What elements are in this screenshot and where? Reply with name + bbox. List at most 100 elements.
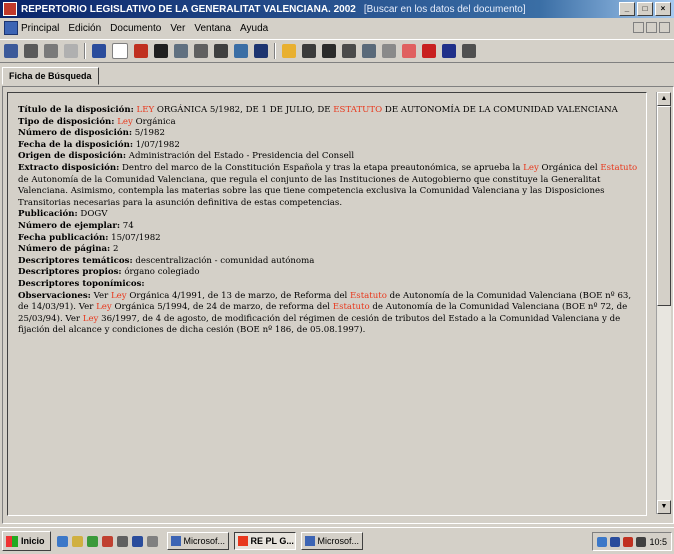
titulo-highlight-estatuto: ESTATUTO	[333, 105, 383, 115]
ie-icon[interactable]	[56, 535, 68, 547]
obs-highlight-1: Ley	[110, 290, 127, 301]
field-fecha: Fecha de la disposición: 1/07/1982	[18, 140, 644, 152]
origen-label: Origen de disposición:	[18, 151, 127, 162]
back-icon[interactable]	[24, 44, 38, 58]
menu-documento[interactable]: Documento	[110, 23, 161, 34]
num-ejemplar-label: Número de ejemplar:	[18, 220, 121, 231]
fecha-publicacion-value: 15/07/1982	[108, 232, 161, 243]
monitor-icon[interactable]	[610, 536, 621, 547]
menu-ayuda[interactable]: Ayuda	[240, 23, 268, 34]
explorer-icon[interactable]	[116, 535, 128, 547]
field-fecha-publicacion: Fecha publicación: 15/07/1982	[18, 233, 644, 245]
taskbar: Inicio Microsof... RE PL G... Microsof..…	[0, 527, 674, 554]
mdi-minimize-button[interactable]	[633, 22, 644, 33]
binoculars-icon[interactable]	[154, 44, 168, 58]
origen-value: Administración del Estado - Presidencia …	[126, 151, 355, 162]
undo-icon[interactable]	[234, 44, 248, 58]
scroll-thumb[interactable]	[657, 106, 671, 306]
app-icon[interactable]	[3, 2, 17, 16]
taskbar-app-icon	[237, 536, 248, 546]
taskbar-button-label: RE PL G...	[250, 536, 294, 546]
antivirus-icon[interactable]	[623, 536, 634, 547]
options-icon[interactable]	[342, 44, 356, 58]
obs-highlight-5: Ley	[82, 313, 99, 324]
extracto-text-3: de Autonomía de la Comunidad Valenciana,…	[18, 174, 605, 208]
descriptores-tematicos-label: Descriptores temáticos:	[18, 255, 133, 266]
exit-icon[interactable]	[462, 44, 476, 58]
book-icon[interactable]	[442, 44, 456, 58]
index-icon[interactable]	[174, 44, 188, 58]
field-publicacion: Publicación: DOGV	[18, 209, 644, 221]
highlight-icon[interactable]	[382, 44, 396, 58]
globe-icon[interactable]	[92, 44, 106, 58]
field-descriptores-propios: Descriptores propios: órgano colegiado	[18, 267, 644, 279]
page-icon[interactable]	[112, 43, 128, 59]
taskbar-button-repertorio[interactable]: RE PL G...	[233, 532, 296, 550]
numero-label: Número de disposición:	[18, 128, 132, 139]
clock[interactable]: 10:5	[649, 537, 667, 547]
mdi-restore-button[interactable]	[646, 22, 657, 33]
system-tray: 10:5	[592, 532, 672, 551]
menu-ventana[interactable]: Ventana	[194, 23, 231, 34]
menu-principal[interactable]: Principal	[21, 23, 59, 34]
save-icon[interactable]	[194, 44, 208, 58]
start-button[interactable]: Inicio	[2, 531, 51, 551]
num-ejemplar-value: 74	[120, 220, 134, 231]
desktop-icon[interactable]	[86, 535, 98, 547]
titulo-end: DE AUTONOMÍA DE LA COMUNIDAD VALENCIANA	[382, 105, 618, 115]
taskbar-button-microsoft-2[interactable]: Microsof...	[300, 532, 363, 550]
close-button[interactable]: ×	[655, 2, 671, 16]
grid-icon[interactable]	[64, 44, 78, 58]
disc-icon[interactable]	[422, 44, 436, 58]
tab-ficha-busqueda[interactable]: Ficha de Búsqueda	[2, 67, 99, 85]
bookmark-icon[interactable]	[282, 44, 296, 58]
extracto-text-2: Orgánica del	[538, 162, 601, 173]
obs-highlight-4: Estatuto	[332, 302, 370, 313]
window-title: REPERTORIO LEGISLATIVO DE LA GENERALITAT…	[21, 3, 356, 15]
window-titlebar[interactable]: REPERTORIO LEGISLATIVO DE LA GENERALITAT…	[0, 0, 674, 18]
minimize-button[interactable]: _	[619, 2, 635, 16]
scroll-up-button[interactable]: ▲	[657, 92, 671, 106]
taskbar-button-microsoft-1[interactable]: Microsof...	[166, 532, 229, 550]
word-icon[interactable]	[131, 535, 143, 547]
num-pagina-value: 2	[110, 244, 119, 255]
windows-logo-icon	[6, 535, 18, 547]
forward-icon[interactable]	[44, 44, 58, 58]
descriptores-tematicos-value: descentralización - comunidad autónoma	[132, 255, 315, 266]
tab-row: Ficha de Búsqueda	[0, 65, 674, 85]
quick-launch	[56, 535, 162, 547]
pen-icon[interactable]	[134, 44, 148, 58]
shortcut-icon[interactable]	[146, 535, 158, 547]
volume-icon[interactable]	[636, 536, 647, 547]
menu-ver[interactable]: Ver	[170, 23, 185, 34]
search-icon[interactable]	[362, 44, 376, 58]
folder-icon[interactable]	[4, 44, 18, 58]
menu-bar: Principal Edición Documento Ver Ventana …	[0, 19, 674, 37]
print-icon[interactable]	[254, 44, 268, 58]
menu-edicion[interactable]: Edición	[68, 23, 101, 34]
toolbar-separator	[84, 43, 86, 59]
outlook-icon[interactable]	[71, 535, 83, 547]
copy-icon[interactable]	[302, 44, 316, 58]
document-icon[interactable]	[4, 21, 18, 35]
tools-icon[interactable]	[214, 44, 228, 58]
obs-text-4: Orgánica 5/1994, de 24 de marzo, de refo…	[111, 302, 333, 313]
descriptores-propios-value: órgano colegiado	[121, 267, 200, 278]
app-shortcut-icon[interactable]	[101, 535, 113, 547]
field-numero: Número de disposición: 5/1982	[18, 128, 644, 140]
fecha-publicacion-label: Fecha publicación:	[18, 232, 109, 243]
extracto-text-1: Dentro del marco de la Constitución Espa…	[119, 162, 524, 173]
field-descriptores-toponimicos: Descriptores toponímicos:	[18, 279, 644, 291]
titulo-label: Título de la disposición:	[18, 105, 134, 115]
mdi-close-button[interactable]	[659, 22, 670, 33]
tipo-highlight: Ley	[117, 116, 133, 127]
vertical-scrollbar[interactable]: ▲ ▼	[656, 92, 671, 514]
scroll-down-button[interactable]: ▼	[657, 500, 671, 514]
taskbar-button-label: Microsof...	[317, 536, 360, 546]
obs-text-1: Ver	[90, 290, 111, 301]
field-num-ejemplar: Número de ejemplar: 74	[18, 221, 644, 233]
red-square-icon[interactable]	[402, 44, 416, 58]
network-icon[interactable]	[597, 536, 608, 547]
export-icon[interactable]	[322, 44, 336, 58]
maximize-button[interactable]: □	[637, 2, 653, 16]
